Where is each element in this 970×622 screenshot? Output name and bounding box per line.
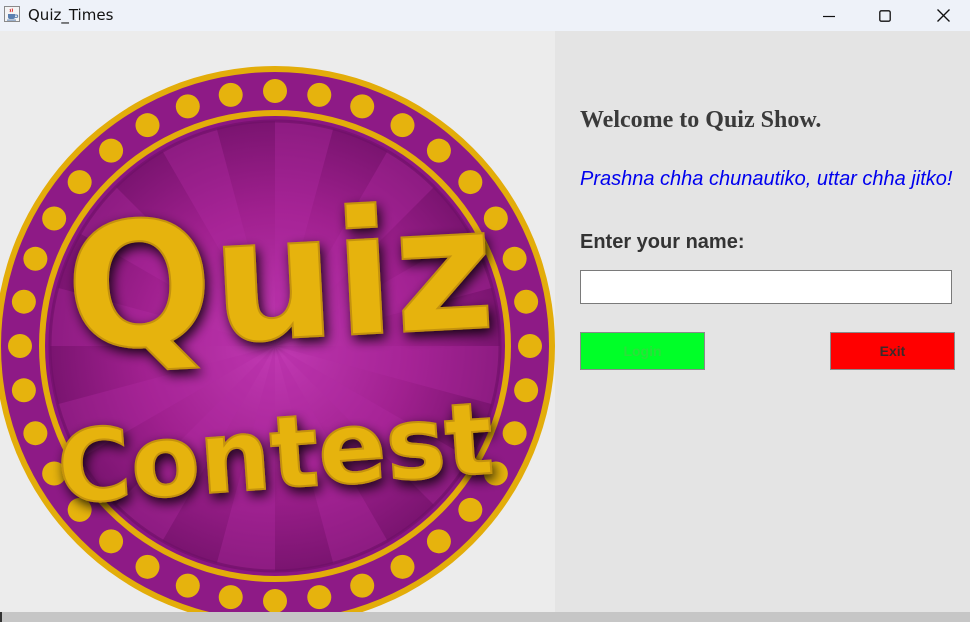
logo-dot [175, 573, 200, 598]
minimize-button[interactable] [800, 0, 858, 31]
logo-dot [99, 138, 124, 163]
window-title: Quiz_Times [28, 6, 114, 24]
logo-dot [135, 554, 160, 579]
logo-dot [390, 113, 415, 138]
window-bottom-edge [0, 612, 970, 622]
quiz-contest-logo: Quiz Contest [0, 66, 555, 612]
login-panel: Welcome to Quiz Show. Prashna chha chuna… [555, 31, 970, 612]
title-bar: Quiz_Times [0, 0, 970, 31]
name-label: Enter your name: [580, 231, 745, 253]
java-cup-icon [4, 6, 20, 22]
logo-dot [350, 573, 375, 598]
logo-dot [502, 421, 527, 446]
logo-dot [99, 529, 124, 554]
logo-dot [175, 94, 200, 119]
logo-dot [218, 585, 243, 610]
logo-dot [8, 334, 32, 358]
exit-button[interactable]: Exit [830, 332, 955, 370]
tagline-text: Prashna chha chunautiko, uttar chha jitk… [580, 168, 953, 190]
login-button[interactable]: Login [580, 332, 705, 370]
logo-dot [458, 497, 483, 522]
logo-dot [307, 82, 332, 107]
welcome-heading: Welcome to Quiz Show. [580, 107, 822, 133]
close-icon [936, 9, 950, 22]
logo-dot [426, 138, 451, 163]
logo-dot [11, 378, 36, 403]
logo-dot [518, 334, 542, 358]
logo-dot [11, 289, 36, 314]
close-button[interactable] [914, 0, 970, 31]
logo-dot [350, 94, 375, 119]
logo-dot [135, 113, 160, 138]
logo-dot [218, 82, 243, 107]
logo-dot [307, 585, 332, 610]
name-input[interactable] [580, 270, 952, 304]
logo-text-quiz: Quiz [61, 167, 499, 390]
logo-dot [390, 554, 415, 579]
logo-dot [426, 529, 451, 554]
minimize-icon [823, 15, 835, 17]
logo-dot [23, 246, 48, 271]
logo-dot [23, 421, 48, 446]
logo-dot [514, 289, 539, 314]
maximize-icon [879, 9, 891, 22]
logo-dot [263, 589, 287, 612]
maximize-button[interactable] [856, 0, 914, 31]
logo-dot [514, 378, 539, 403]
logo-dot [263, 79, 287, 103]
logo-panel: Quiz Contest [0, 31, 555, 612]
logo-dot [502, 246, 527, 271]
